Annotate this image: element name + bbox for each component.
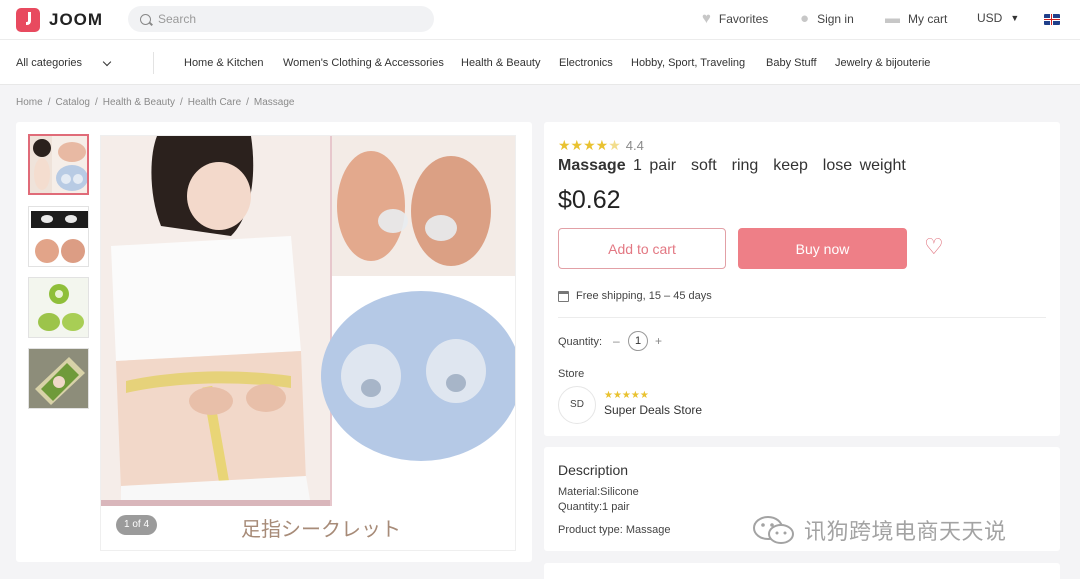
- thumbnail-2[interactable]: [28, 206, 89, 267]
- category-electronics[interactable]: Electronics: [559, 57, 613, 69]
- product-title: Massage 1 pair soft ring keep lose weigh…: [558, 157, 906, 175]
- shipping-info: Free shipping, 15 – 45 days: [558, 290, 712, 302]
- next-section-card: [544, 563, 1060, 579]
- thumbnail-4[interactable]: [28, 348, 89, 409]
- top-header: JOOM ♥ Favorites ● Sign in ▬ My cart USD…: [0, 0, 1080, 40]
- thumbnail-image-1: [30, 136, 87, 193]
- favorite-heart-icon[interactable]: ♡: [924, 236, 944, 258]
- thumbnail-image-3: [29, 278, 88, 337]
- breadcrumb-catalog[interactable]: Catalog: [55, 97, 89, 108]
- image-counter: 1 of 4: [116, 515, 158, 535]
- breadcrumb-separator: /: [246, 97, 249, 108]
- user-icon: ●: [800, 10, 810, 27]
- product-gallery: 足指シークレット 1 of 4: [16, 122, 532, 562]
- search-bar[interactable]: [128, 6, 434, 32]
- quantity-label: Quantity:: [558, 336, 603, 348]
- category-womens-clothing[interactable]: Women's Clothing & Accessories: [283, 57, 444, 69]
- category-baby-stuff[interactable]: Baby Stuff: [766, 57, 817, 69]
- product-photo: 足指シークレット: [101, 136, 515, 550]
- calendar-icon: [558, 290, 569, 302]
- description-title: Description: [558, 462, 629, 478]
- language-selector[interactable]: [1044, 14, 1060, 25]
- cart-icon: ▬: [885, 10, 900, 27]
- buy-now-button[interactable]: Buy now: [738, 228, 907, 269]
- breadcrumb-separator: /: [94, 97, 98, 108]
- product-price: $0.62: [558, 186, 621, 214]
- watermark-text: 讯狗跨境电商天天说: [804, 520, 1007, 545]
- breadcrumb: Home / Catalog / Health & Beauty / Healt…: [16, 97, 294, 108]
- breadcrumb-home[interactable]: Home: [16, 97, 43, 108]
- wechat-icon: [753, 516, 794, 544]
- shipping-text: Free shipping, 15 – 45 days: [576, 290, 712, 302]
- brand-logo[interactable]: JOOM: [16, 8, 103, 32]
- thumbnail-image-4: [29, 349, 88, 408]
- currency-selector[interactable]: USD ▼: [977, 11, 1019, 25]
- add-to-cart-button[interactable]: Add to cart: [558, 228, 726, 269]
- search-input[interactable]: [158, 12, 408, 26]
- quantity-value[interactable]: 1: [628, 331, 648, 351]
- rating-value: 4.4: [625, 138, 644, 153]
- quantity-increase-button[interactable]: +: [655, 334, 662, 348]
- category-nav: All categories Home & Kitchen Women's Cl…: [0, 40, 1080, 85]
- logo-icon: [16, 8, 40, 32]
- category-hobby-sport[interactable]: Hobby, Sport, Traveling: [631, 57, 745, 69]
- category-home-kitchen[interactable]: Home & Kitchen: [184, 57, 263, 69]
- watermark: 讯狗跨境电商天天说: [752, 514, 1007, 546]
- caret-down-icon: ▼: [1010, 13, 1020, 23]
- sign-in-label: Sign in: [817, 11, 854, 26]
- thumbnail-3[interactable]: [28, 277, 89, 338]
- thumbnail-1[interactable]: [28, 134, 89, 195]
- currency-label: USD: [977, 11, 1003, 25]
- description-material: Material:Silicone: [558, 486, 639, 498]
- description-quantity: Quantity:1 pair: [558, 501, 630, 513]
- product-rating[interactable]: ★★★★★ 4.4: [558, 137, 644, 154]
- store-label: Store: [558, 368, 585, 380]
- chevron-down-icon[interactable]: [102, 57, 112, 67]
- breadcrumb-health-care[interactable]: Health Care: [188, 97, 241, 108]
- cart-label: My cart: [908, 11, 948, 26]
- store-avatar[interactable]: SD: [558, 386, 596, 424]
- store-rating-stars-icon: ★★★★★: [604, 390, 649, 401]
- breadcrumb-health-beauty[interactable]: Health & Beauty: [103, 97, 175, 108]
- category-health-beauty[interactable]: Health & Beauty: [461, 57, 541, 69]
- search-icon: [140, 13, 151, 25]
- sign-in-link[interactable]: ● Sign in: [800, 11, 854, 26]
- product-title-main: Massage: [558, 157, 626, 174]
- all-categories-dropdown[interactable]: All categories: [16, 57, 82, 69]
- quantity-decrease-button[interactable]: –: [613, 334, 620, 348]
- store-name-link[interactable]: Super Deals Store: [604, 403, 702, 417]
- breadcrumb-separator: /: [179, 97, 183, 108]
- favorites-label: Favorites: [718, 11, 769, 26]
- heart-icon: ♥: [702, 10, 711, 27]
- image-caption: 足指シークレット: [241, 517, 401, 541]
- product-title-tags: 1 pair soft ring keep lose weight: [633, 157, 906, 174]
- nav-divider: [153, 52, 154, 74]
- info-divider: [558, 317, 1046, 318]
- brand-name: JOOM: [49, 10, 104, 29]
- breadcrumb-separator: /: [47, 97, 51, 108]
- thumbnail-image-2: [29, 207, 88, 266]
- rating-stars-icon: ★★★★★: [558, 137, 621, 153]
- description-product-type: Product type: Massage: [558, 524, 671, 536]
- category-jewelry[interactable]: Jewelry & bijouterie: [835, 57, 930, 69]
- product-info-panel: ★★★★★ 4.4 Massage 1 pair soft ring keep …: [544, 122, 1060, 436]
- uk-flag-icon: [1044, 14, 1060, 25]
- favorites-link[interactable]: ♥ Favorites: [702, 11, 768, 26]
- main-product-image[interactable]: 足指シークレット 1 of 4: [100, 135, 516, 551]
- breadcrumb-massage[interactable]: Massage: [254, 97, 295, 108]
- cart-link[interactable]: ▬ My cart: [885, 11, 947, 26]
